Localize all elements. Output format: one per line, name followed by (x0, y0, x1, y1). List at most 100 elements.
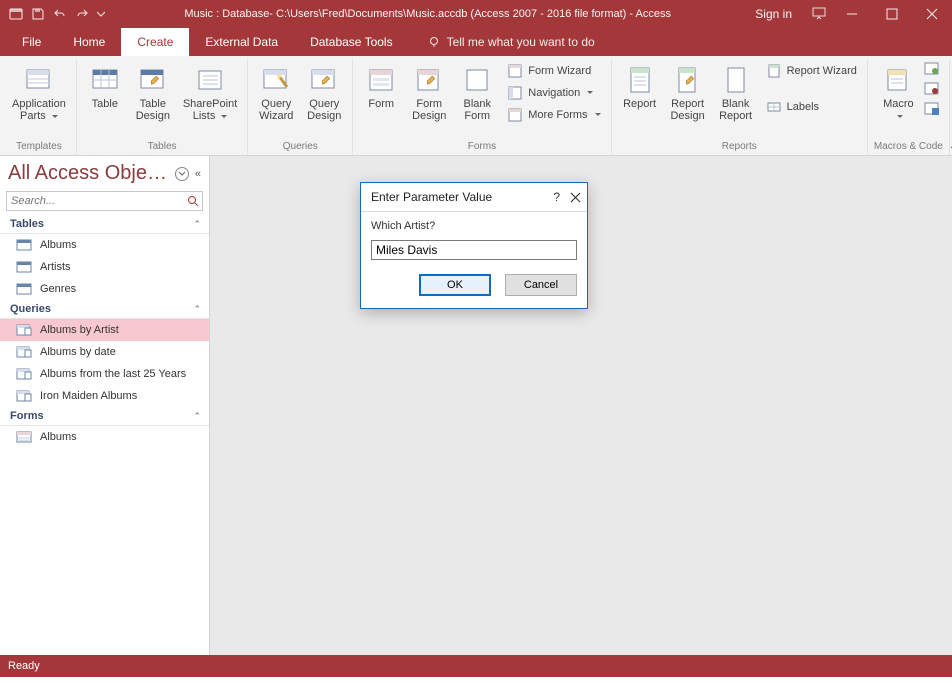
query-wizard-label: Query Wizard (259, 98, 293, 122)
lightbulb-icon (427, 35, 441, 49)
blank-report-button[interactable]: Blank Report (714, 62, 758, 124)
blank-form-button[interactable]: Blank Form (455, 62, 499, 124)
module-icon[interactable] (924, 62, 940, 76)
search-input[interactable] (7, 192, 184, 210)
report-label: Report (623, 98, 656, 110)
close-button[interactable] (912, 0, 952, 28)
tab-file[interactable]: File (6, 28, 57, 56)
nav-query-last-25-years[interactable]: Albums from the last 25 Years (0, 363, 209, 385)
ribbon-options-icon[interactable] (806, 0, 832, 28)
group-queries: Query Wizard Query Design Queries (248, 60, 353, 155)
ribbon-tabs: File Home Create External Data Database … (0, 28, 952, 56)
report-design-button[interactable]: Report Design (666, 62, 710, 124)
navigation-button[interactable]: Navigation (503, 84, 604, 102)
qat-customize-icon[interactable] (96, 6, 106, 22)
nav-table-albums[interactable]: Albums (0, 234, 209, 256)
nav-query-albums-by-date[interactable]: Albums by date (0, 341, 209, 363)
report-button[interactable]: Report (618, 62, 662, 112)
tell-me-search[interactable]: Tell me what you want to do (427, 28, 595, 56)
nav-header[interactable]: All Access Obje… « (0, 156, 209, 189)
labels-label: Labels (787, 101, 819, 113)
nav-table-artists[interactable]: Artists (0, 256, 209, 278)
form-button[interactable]: Form (359, 62, 403, 112)
status-text: Ready (8, 660, 40, 672)
save-icon[interactable] (30, 6, 46, 22)
search-icon[interactable] (184, 195, 202, 207)
status-bar: Ready (0, 655, 952, 677)
tab-database-tools[interactable]: Database Tools (294, 28, 409, 56)
category-tables[interactable]: Tables⌃ (0, 215, 209, 234)
sharepoint-lists-button[interactable]: SharePoint Lists (179, 62, 241, 124)
dialog-help-icon[interactable]: ? (553, 190, 560, 204)
macro-button[interactable]: Macro (876, 62, 920, 124)
ok-button[interactable]: OK (419, 274, 491, 296)
parameter-dialog: Enter Parameter Value ? Which Artist? OK… (360, 182, 588, 309)
sharepoint-lists-icon (194, 64, 226, 96)
blank-report-icon (720, 64, 752, 96)
query-design-button[interactable]: Query Design (302, 62, 346, 124)
macro-icon (882, 64, 914, 96)
cancel-button[interactable]: Cancel (505, 274, 577, 296)
window-buttons (832, 0, 952, 28)
form-design-button[interactable]: Form Design (407, 62, 451, 124)
tell-me-label: Tell me what you want to do (447, 35, 595, 49)
redo-icon[interactable] (74, 6, 90, 22)
category-queries[interactable]: Queries⌃ (0, 300, 209, 319)
blank-form-label: Blank Form (464, 98, 492, 122)
nav-table-genres[interactable]: Genres (0, 278, 209, 300)
table-design-icon (137, 64, 169, 96)
nav-query-albums-by-artist[interactable]: Albums by Artist (0, 319, 209, 341)
minimize-button[interactable] (832, 0, 872, 28)
nav-menu-icon[interactable] (175, 167, 189, 181)
chevron-up-icon: ⌃ (193, 304, 201, 315)
application-parts-button[interactable]: Application Parts (8, 62, 70, 124)
shutter-close-icon[interactable]: « (195, 168, 201, 180)
window-title: Music : Database- C:\Users\Fred\Document… (114, 8, 741, 20)
tab-home[interactable]: Home (57, 28, 121, 56)
nav-form-albums[interactable]: Albums (0, 426, 209, 448)
group-forms-label: Forms (468, 139, 496, 155)
navigation-label: Navigation (528, 87, 593, 99)
class-module-icon[interactable] (924, 82, 940, 96)
form-design-icon (413, 64, 445, 96)
more-forms-icon (507, 107, 523, 123)
group-macros-label: Macros & Code (874, 139, 943, 155)
form-wizard-button[interactable]: Form Wizard (503, 62, 604, 80)
query-wizard-button[interactable]: Query Wizard (254, 62, 298, 124)
group-queries-label: Queries (283, 139, 318, 155)
dialog-close-icon[interactable] (570, 192, 581, 203)
ribbon: Application Parts Templates Table Table … (0, 56, 952, 156)
undo-icon[interactable] (52, 6, 68, 22)
more-forms-button[interactable]: More Forms (503, 106, 604, 124)
sign-in-link[interactable]: Sign in (741, 7, 806, 21)
nav-search (6, 191, 203, 211)
quick-access-toolbar (0, 6, 114, 22)
group-reports-label: Reports (722, 139, 757, 155)
chevron-up-icon: ⌃ (193, 411, 201, 422)
tab-external-data[interactable]: External Data (189, 28, 294, 56)
table-label: Table (92, 98, 118, 110)
query-wizard-icon (260, 64, 292, 96)
table-design-button[interactable]: Table Design (131, 62, 175, 124)
application-parts-label: Application Parts (12, 98, 66, 122)
nav-query-iron-maiden[interactable]: Iron Maiden Albums (0, 385, 209, 407)
chevron-up-icon: ⌃ (193, 219, 201, 230)
tab-create[interactable]: Create (121, 28, 189, 56)
query-design-icon (308, 64, 340, 96)
dialog-title: Enter Parameter Value (371, 190, 492, 204)
labels-button[interactable]: Labels (762, 98, 861, 116)
query-object-icon (16, 367, 32, 381)
category-forms[interactable]: Forms⌃ (0, 407, 209, 426)
report-wizard-icon (766, 63, 782, 79)
dialog-titlebar: Enter Parameter Value ? (361, 183, 587, 211)
parameter-input[interactable] (371, 240, 577, 260)
report-design-label: Report Design (670, 98, 704, 122)
maximize-button[interactable] (872, 0, 912, 28)
report-design-icon (672, 64, 704, 96)
report-wizard-button[interactable]: Report Wizard (762, 62, 861, 80)
app-icon (8, 6, 24, 22)
table-button[interactable]: Table (83, 62, 127, 112)
visual-basic-icon[interactable] (924, 102, 940, 116)
dialog-prompt: Which Artist? (371, 220, 577, 232)
table-icon (89, 64, 121, 96)
